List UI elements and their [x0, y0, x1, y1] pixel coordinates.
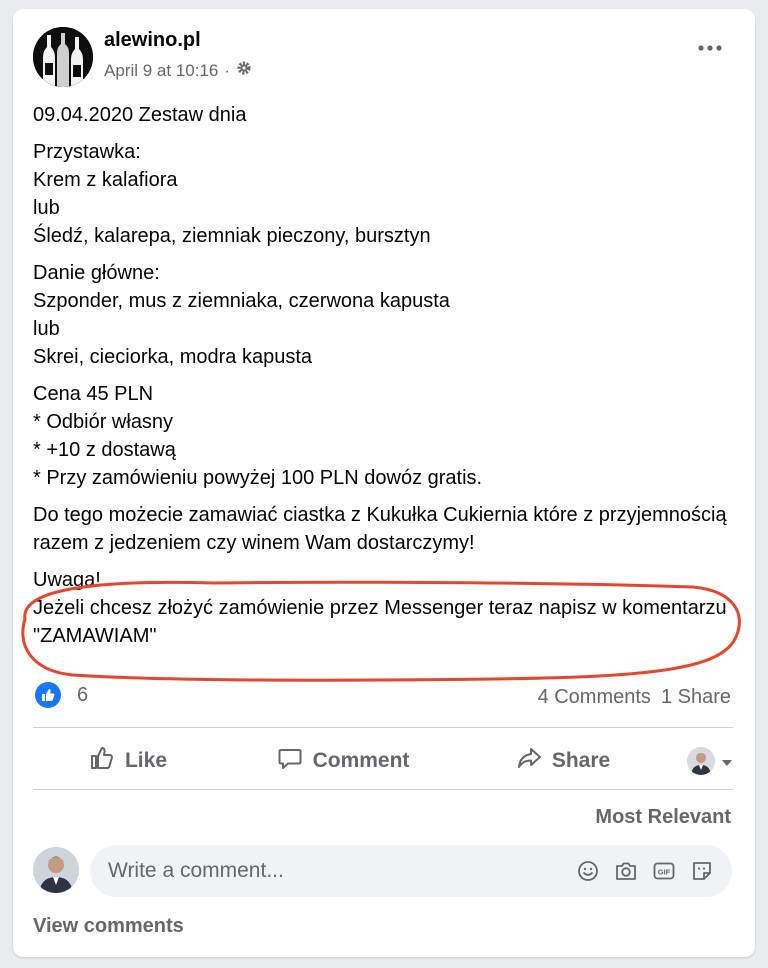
gear-icon[interactable]	[236, 60, 252, 81]
comment-sort-selector[interactable]: Most Relevant	[595, 806, 731, 829]
divider	[33, 727, 733, 728]
chevron-down-icon	[721, 749, 733, 773]
composer-tools: GIF	[576, 859, 732, 883]
gif-icon[interactable]: GIF	[652, 859, 676, 883]
like-label: Like	[124, 749, 168, 772]
reaction-count: 6	[77, 683, 89, 706]
camera-icon[interactable]	[614, 859, 638, 883]
action-bar: Like Comment Share	[33, 737, 733, 785]
sticker-icon[interactable]	[690, 859, 714, 883]
page-name[interactable]: alewino.pl	[104, 29, 201, 52]
like-button[interactable]: Like	[33, 737, 223, 785]
page-avatar[interactable]	[33, 27, 93, 87]
post-paragraph-highlighted: Uwaga! Jeżeli chcesz złożyć zamówienie p…	[33, 569, 727, 647]
separator-dot: ·	[224, 60, 231, 80]
divider	[33, 789, 733, 790]
svg-text:GIF: GIF	[658, 868, 671, 877]
more-icon[interactable]	[697, 41, 723, 53]
share-label: Share	[551, 749, 611, 772]
thumbs-up-icon	[89, 745, 115, 777]
post-paragraph: Danie główne: Szponder, mus z ziemniaka,…	[33, 262, 450, 368]
comment-button[interactable]: Comment	[223, 737, 463, 785]
post-timestamp[interactable]: April 9 at 10:16	[104, 61, 218, 81]
reaction-as-selector[interactable]	[663, 737, 733, 785]
reactions-summary[interactable]: 6	[35, 682, 88, 708]
post-meta: April 9 at 10:16 ·	[104, 60, 252, 81]
post-paragraph: 09.04.2020 Zestaw dnia	[33, 104, 247, 126]
view-comments-link[interactable]: View comments	[33, 915, 184, 938]
comment-input[interactable]	[90, 858, 576, 884]
share-button[interactable]: Share	[463, 737, 663, 785]
share-arrow-icon	[516, 745, 542, 777]
comment-composer: GIF	[90, 845, 732, 897]
post-card: alewino.pl April 9 at 10:16 · 09.04.2020…	[13, 9, 755, 957]
shares-count[interactable]: 1 Share	[661, 686, 731, 709]
emoji-icon[interactable]	[576, 859, 600, 883]
post-body: 09.04.2020 Zestaw dnia Przystawka: Krem …	[33, 101, 733, 659]
like-reaction-icon	[35, 682, 61, 708]
post-paragraph: Przystawka: Krem z kalafiora lub Śledź, …	[33, 141, 431, 247]
avatar[interactable]	[33, 847, 79, 893]
engagement-counts: 4 Comments 1 Share	[538, 686, 731, 709]
post-paragraph: Cena 45 PLN * Odbiór własny * +10 z dost…	[33, 383, 483, 489]
post-paragraph: Do tego możecie zamawiać ciastka z Kukuł…	[33, 504, 727, 554]
comments-count[interactable]: 4 Comments	[538, 686, 651, 709]
comment-bubble-icon	[277, 745, 303, 777]
comment-label: Comment	[312, 749, 410, 772]
avatar	[687, 747, 715, 775]
